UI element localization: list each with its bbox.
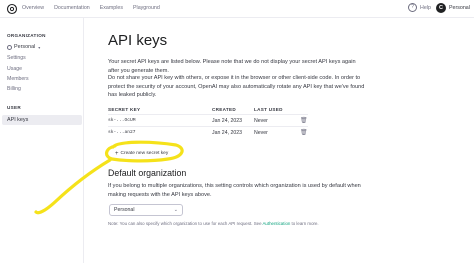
nav-examples[interactable]: Examples [100, 5, 123, 11]
help-button[interactable]: ? Help [408, 3, 431, 12]
sidebar-item-settings[interactable]: Settings [7, 55, 26, 61]
user-menu[interactable]: C Personal [436, 3, 470, 13]
security-paragraph: Do not share your API key with others, o… [108, 75, 365, 99]
last-used: Never [254, 118, 268, 124]
plus-icon: + [115, 150, 119, 157]
authentication-note: Note: You can also specify which organiz… [108, 221, 319, 226]
trash-icon[interactable]: 🗑 [300, 129, 308, 136]
sidebar-item-usage[interactable]: Usage [7, 66, 22, 72]
created-date: Jan 24, 2023 [212, 118, 242, 124]
help-label: Help [420, 4, 431, 11]
column-header-last-used: LAST USED [254, 107, 283, 112]
trash-icon[interactable]: 🗑 [300, 117, 308, 124]
created-date: Jan 24, 2023 [212, 130, 242, 136]
chevron-down-icon: ▾ [38, 44, 41, 50]
nav-overview[interactable]: Overview [22, 5, 44, 11]
nav-playground[interactable]: Playground [133, 5, 160, 11]
secret-key-value: sk-...OcUM [108, 118, 136, 123]
table-divider [108, 126, 308, 127]
table-divider [108, 114, 308, 115]
organization-select[interactable]: Personal ⌄ [109, 204, 183, 216]
org-name: Personal [14, 44, 36, 50]
sidebar: ORGANIZATION Personal ▾ Settings Usage M… [0, 18, 84, 263]
openai-logo-icon[interactable] [6, 3, 18, 15]
help-icon: ? [408, 3, 417, 12]
top-bar: Overview Documentation Examples Playgrou… [0, 0, 474, 18]
sidebar-item-api-keys[interactable]: API keys [2, 115, 82, 125]
user-name: Personal [449, 5, 470, 11]
column-header-secret-key: SECRET KEY [108, 107, 141, 112]
sidebar-item-label: API keys [7, 117, 29, 123]
default-organization-heading: Default organization [108, 168, 187, 178]
create-secret-key-button[interactable]: + Create new secret key [111, 148, 173, 159]
avatar: C [436, 3, 446, 13]
sidebar-heading-organization: ORGANIZATION [7, 33, 46, 38]
create-secret-key-label: Create new secret key [120, 151, 169, 156]
note-text: Note: You can also specify which organiz… [108, 221, 263, 226]
note-suffix: to learn more. [290, 221, 319, 226]
sidebar-heading-user: USER [7, 105, 21, 110]
nav-documentation[interactable]: Documentation [54, 5, 90, 11]
default-organization-paragraph: If you belong to multiple organizations,… [108, 183, 361, 198]
org-selector[interactable]: Personal ▾ [7, 44, 40, 50]
top-nav: Overview Documentation Examples Playgrou… [22, 5, 170, 11]
sidebar-item-billing[interactable]: Billing [7, 86, 21, 92]
organization-select-value: Personal [114, 207, 135, 213]
column-header-created: CREATED [212, 107, 236, 112]
authentication-link[interactable]: Authentication [263, 221, 291, 226]
page-title: API keys [108, 32, 168, 49]
last-used: Never [254, 130, 268, 136]
person-icon [7, 44, 12, 50]
chevron-down-icon: ⌄ [173, 207, 178, 213]
sidebar-item-members[interactable]: Members [7, 76, 29, 82]
intro-paragraph: Your secret API keys are listed below. P… [108, 59, 356, 74]
secret-key-value: sk-...an27 [108, 130, 136, 135]
